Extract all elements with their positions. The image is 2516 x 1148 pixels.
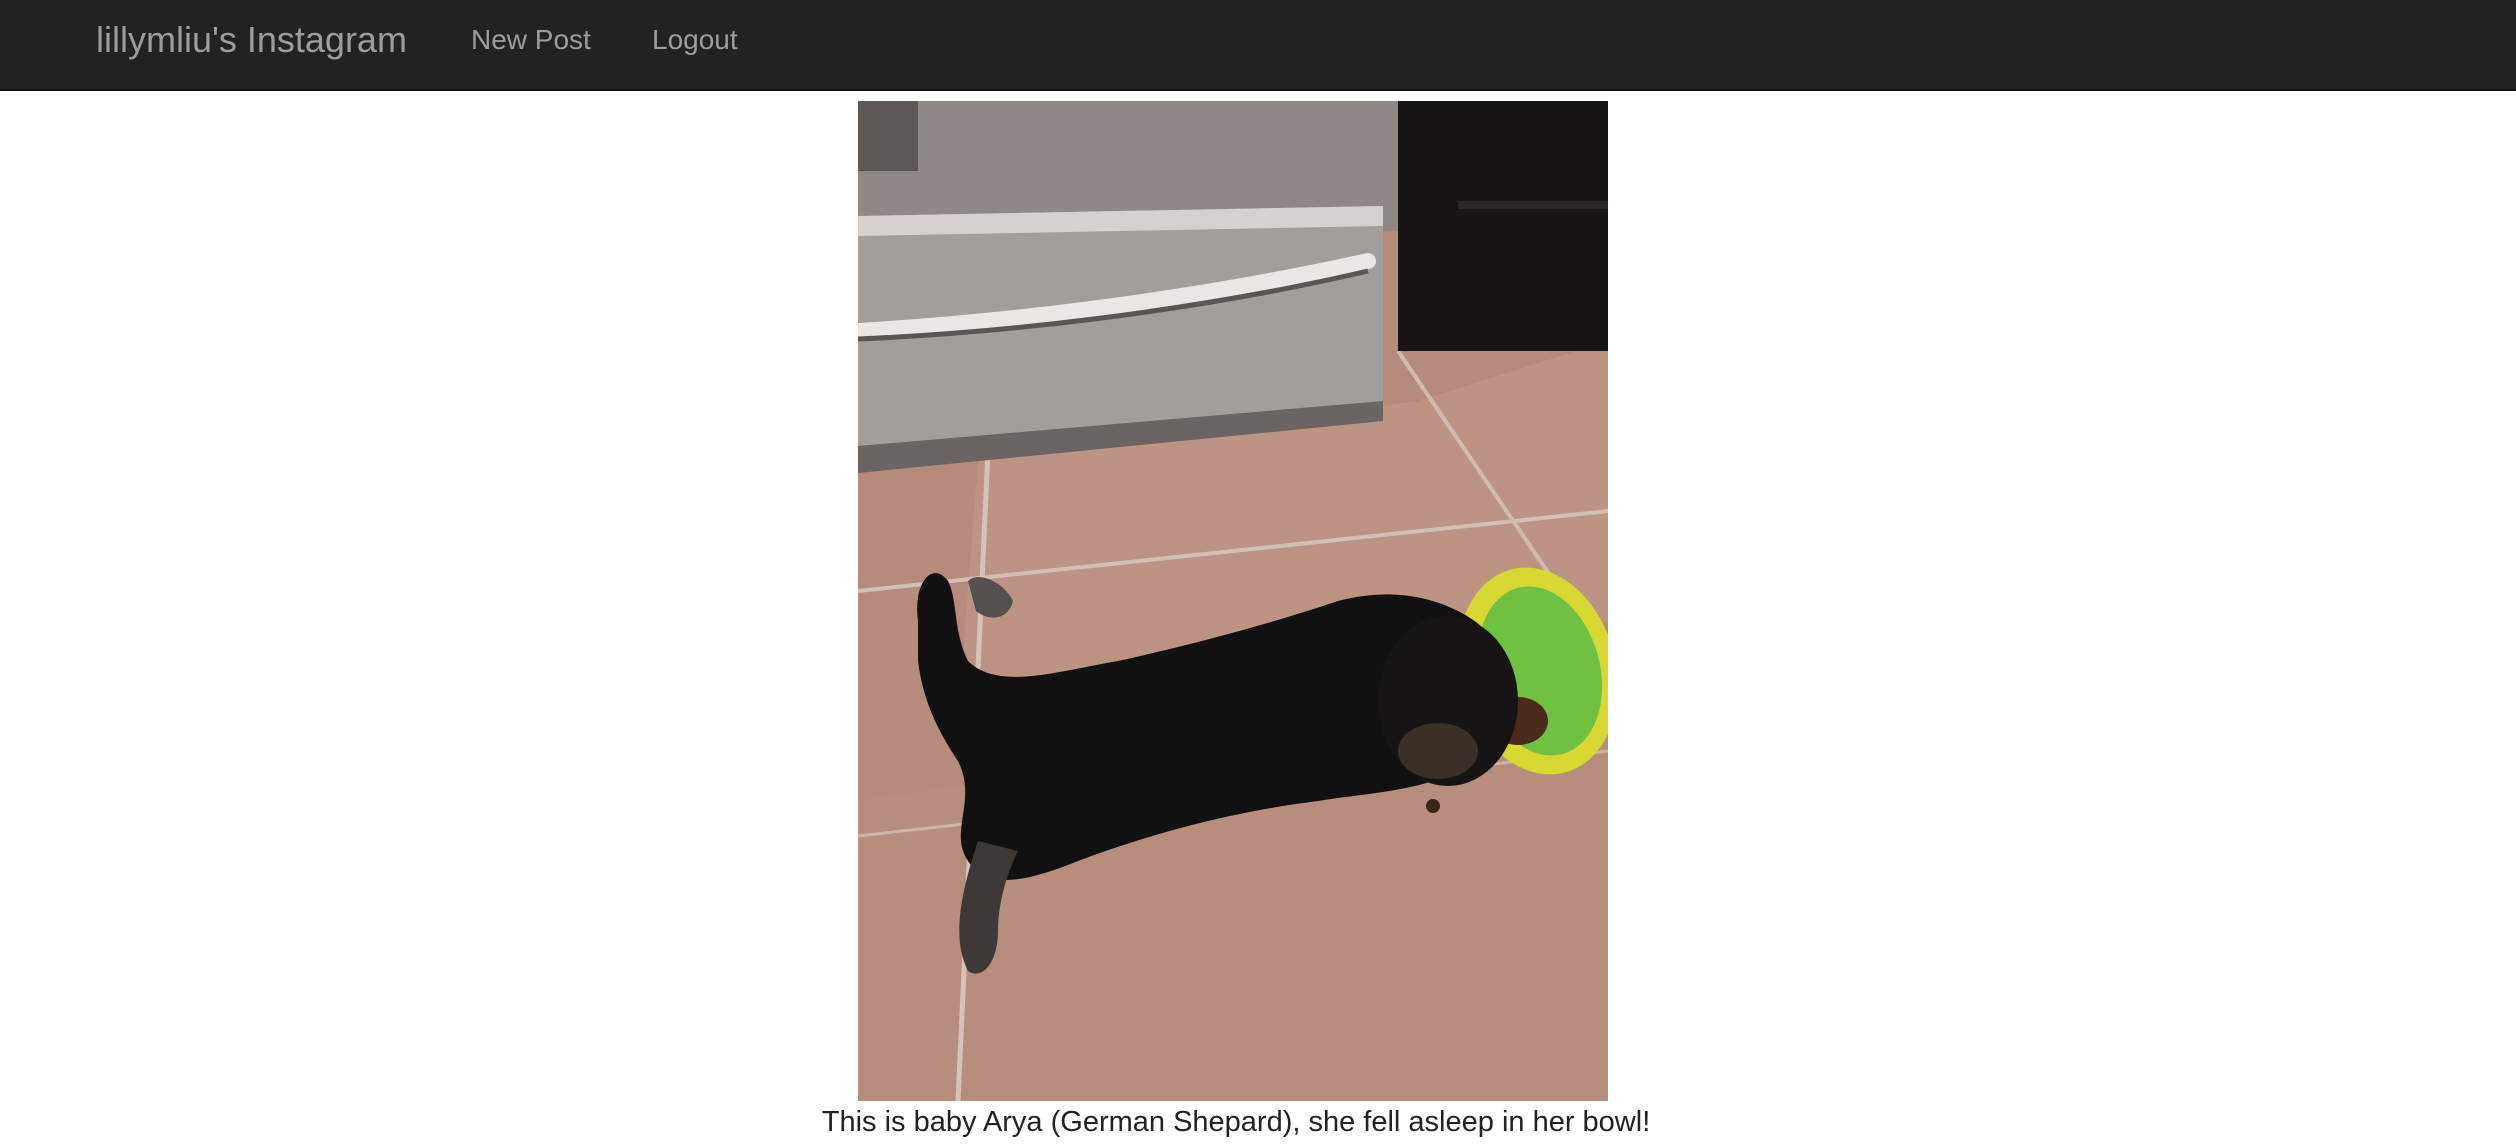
clipped-heading-fragment (1200, 64, 1320, 92)
logout-link[interactable]: Logout (652, 0, 738, 80)
brand-link[interactable]: lillymliu's Instagram (96, 0, 407, 80)
new-post-link[interactable]: New Post (471, 0, 591, 80)
post-caption: This is baby Arya (German Shepard), she … (821, 1106, 1651, 1138)
post-photo (858, 101, 1608, 1101)
puppy-photo-illustration (858, 101, 1608, 1101)
